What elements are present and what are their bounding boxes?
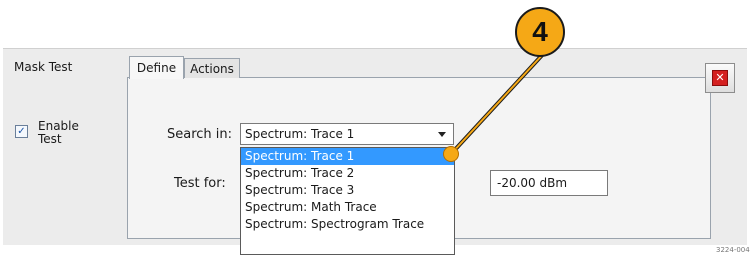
callout-badge: 4 (515, 7, 565, 57)
callout-dot (443, 146, 459, 162)
callout-leader-line (449, 50, 547, 156)
